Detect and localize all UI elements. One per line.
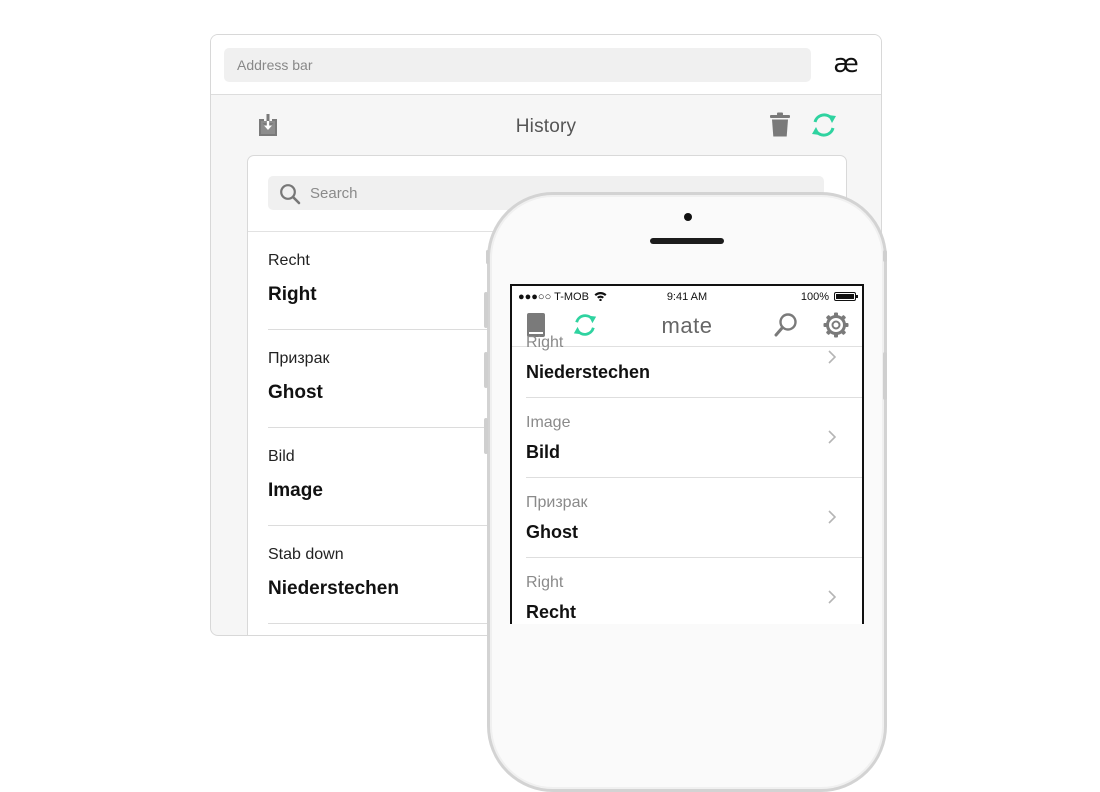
- phone-power-button: [883, 250, 887, 262]
- phone-history-list: Right Niederstechen Image Bild Призрак G…: [526, 334, 862, 624]
- phone-side-button: [486, 250, 489, 264]
- phone-power-button: [883, 352, 887, 400]
- list-item[interactable]: Призрак Ghost: [526, 478, 862, 558]
- item-source: Призрак: [268, 350, 330, 367]
- app-title: mate: [661, 313, 713, 338]
- chevron-right-icon: [828, 510, 836, 524]
- item-target: Ghost: [268, 382, 323, 403]
- chevron-right-icon: [828, 430, 836, 444]
- phone-volume-up-button: [484, 292, 488, 328]
- history-header: History: [211, 95, 881, 155]
- status-bar: ●●●○○ T-MOB 9:41 AM 100%: [512, 286, 862, 306]
- item-source: Image: [526, 414, 571, 431]
- item-source: Recht: [268, 252, 310, 269]
- address-bar-input[interactable]: [224, 48, 811, 82]
- item-target: Image: [268, 480, 323, 501]
- item-target: Ghost: [526, 522, 578, 542]
- list-item[interactable]: Image Bild: [526, 398, 862, 478]
- phone-mute-switch: [484, 418, 488, 454]
- item-source: Right: [526, 334, 564, 351]
- phone-volume-down-button: [484, 352, 488, 388]
- item-source: Stab down: [268, 546, 344, 563]
- item-source: Bild: [268, 448, 295, 465]
- list-item[interactable]: Right Niederstechen: [526, 334, 862, 398]
- phone-camera: [684, 213, 692, 221]
- phone-speaker: [650, 238, 724, 244]
- browser-toolbar: æ: [211, 35, 881, 95]
- item-target: Bild: [526, 442, 560, 462]
- item-source: Призрак: [526, 494, 588, 511]
- battery-icon: [834, 292, 858, 301]
- item-target: Niederstechen: [268, 578, 399, 599]
- search-icon: [280, 184, 301, 205]
- app-navbar: mate: [512, 306, 862, 347]
- phone-screen: ●●●○○ T-MOB 9:41 AM 100% mate Right Nied…: [510, 284, 864, 624]
- trash-icon[interactable]: [769, 112, 791, 143]
- gear-icon[interactable]: [823, 312, 849, 343]
- item-source: Right: [526, 574, 564, 591]
- chevron-right-icon: [828, 590, 836, 604]
- mate-logo-icon[interactable]: æ: [831, 49, 861, 81]
- search-icon[interactable]: [774, 312, 798, 343]
- battery-percent: 100%: [800, 291, 829, 303]
- sync-icon[interactable]: [810, 111, 838, 144]
- item-target: Niederstechen: [526, 362, 651, 382]
- chevron-right-icon: [828, 350, 836, 364]
- list-item[interactable]: Right Recht: [526, 558, 862, 624]
- item-target: Right: [268, 284, 317, 305]
